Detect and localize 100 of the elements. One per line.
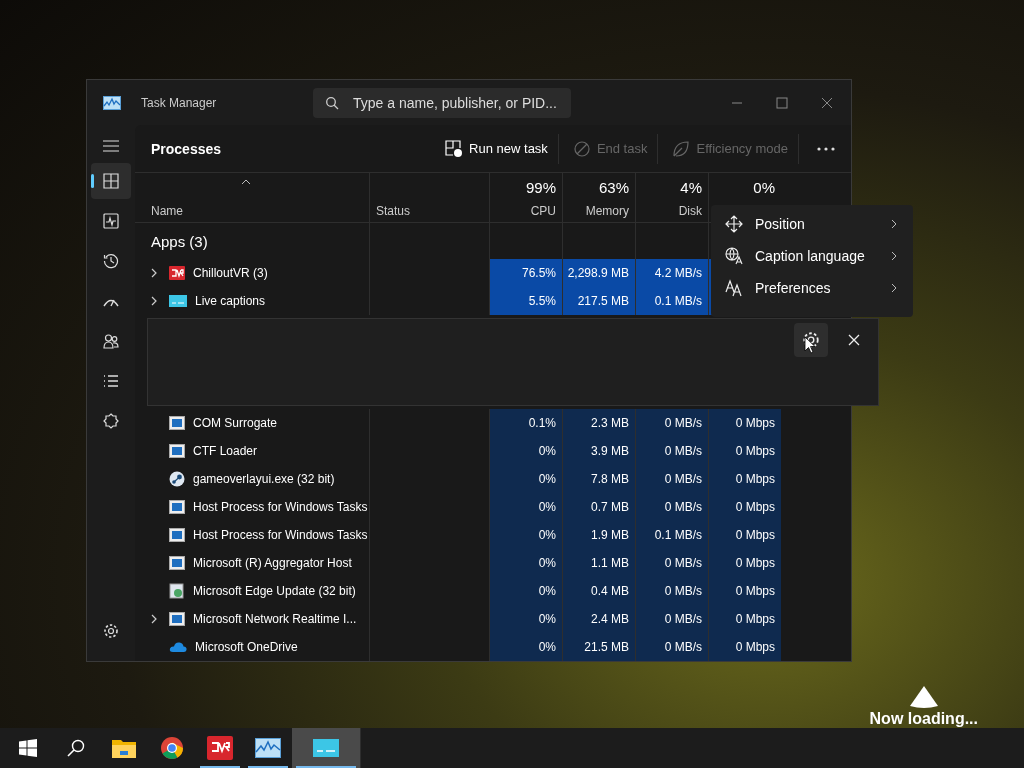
loading-text: Now loading... [869,710,978,728]
column-total: 63% [598,179,629,196]
update-icon [169,583,185,599]
window-icon [169,444,185,458]
table-cell: 1.1 MB [562,549,635,577]
run-button[interactable]: Run new task [435,133,559,164]
chart-icon [103,95,121,110]
table-cell: 0% [489,493,562,521]
column-total: 99% [525,179,556,196]
process-name: COM Surrogate [193,416,278,430]
table-cell: 0.1% [489,409,562,437]
captions-icon [169,295,187,307]
column-total: 0% [753,179,775,196]
process-name: gameoverlayui.exe (32 bit) [193,472,335,486]
chevron-right-icon [891,251,897,261]
search-field[interactable]: Type a name, publisher, or PID... [313,87,571,118]
process-name: Live captions [195,294,266,308]
table-cell: 0% [489,605,562,633]
window-icon [169,500,185,514]
table-cell: 0.1 MB/s [635,287,708,315]
font-size-icon [725,279,743,297]
column-header[interactable]: CPU [530,204,556,218]
new-task-icon [445,139,464,158]
expand-icon[interactable] [151,296,157,306]
table-cell: 0 Mbps [708,605,781,633]
process-name: Microsoft Network Realtime I... [193,612,357,626]
table-cell: 0% [489,549,562,577]
table-cell: 0 MB/s [635,605,708,633]
table-cell: 0 Mbps [708,549,781,577]
captions-icon[interactable] [292,728,361,768]
position-menu-item[interactable]: Position [711,208,913,240]
table-cell: 2.4 MB [562,605,635,633]
column-header[interactable]: Disk [678,204,702,218]
table-cell: 4.2 MB/s [635,259,708,287]
pulse-icon [103,213,119,229]
window-icon [169,612,185,626]
table-cell: 217.5 MB [562,287,635,315]
process-name: Microsoft OneDrive [195,640,298,654]
more-icon[interactable] [817,146,835,151]
table-cell: 0 MB/s [635,633,708,661]
loading-icon [907,686,940,708]
table-cell: 0 MB/s [635,437,708,465]
cloud-icon [169,641,187,653]
table-cell: 0% [489,465,562,493]
column-header[interactable]: Name [151,204,363,218]
table-cell: 0% [489,521,562,549]
table-cell: 0.4 MB [562,577,635,605]
process-name: ChilloutVR (3) [193,266,268,280]
move-icon [725,215,743,233]
mouse-pointer-icon [804,336,816,354]
table-cell: 5.5% [489,287,562,315]
table-cell: 76.5% [489,259,562,287]
window-icon [169,416,185,430]
steam-icon [169,471,185,487]
expand-icon[interactable] [151,268,157,278]
table-cell: 1.9 MB [562,521,635,549]
processes-tab[interactable] [91,163,131,199]
table-cell: 0.7 MB [562,493,635,521]
leaf-icon [672,139,691,158]
maximize-icon[interactable] [776,96,788,109]
search-icon [325,95,339,110]
preferences-menu-item[interactable]: Preferences [711,272,913,304]
table-cell: 0.1 MB/s [635,521,708,549]
language-menu-item[interactable]: Caption language [711,240,913,272]
globe-icon [725,247,743,265]
app-logo-icon [169,266,185,280]
table-cell: 0 MB/s [635,493,708,521]
page-title: Processes [151,140,222,157]
expand-icon[interactable] [151,614,157,624]
table-cell: 0 Mbps [708,465,781,493]
table-cell: 0 MB/s [635,549,708,577]
table-cell: 0 Mbps [708,633,781,661]
process-name: Microsoft Edge Update (32 bit) [193,584,356,598]
table-cell: 0% [489,437,562,465]
column-header[interactable]: Memory [585,204,629,218]
process-name: Microsoft (R) Aggregator Host [193,556,352,570]
table-cell: 0 MB/s [635,577,708,605]
list-icon [103,373,119,389]
users-icon [103,333,119,349]
table-cell: 0 Mbps [708,409,781,437]
window-icon [169,528,185,542]
chevron-right-icon [891,283,897,293]
process-name: Host Process for Windows Tasks [193,500,368,514]
table-cell: 0 MB/s [635,465,708,493]
column-header[interactable]: Status [376,204,483,218]
table-cell: 21.5 MB [562,633,635,661]
grid-icon [103,173,119,189]
history-icon [103,253,119,269]
table-cell: 0% [489,633,562,661]
table-cell: 0% [489,577,562,605]
table-cell: 2,298.9 MB [562,259,635,287]
window-icon [169,556,185,570]
table-cell: 0 Mbps [708,437,781,465]
table-cell: 3.9 MB [562,437,635,465]
table-cell: 7.8 MB [562,465,635,493]
process-name: CTF Loader [193,444,258,458]
settings-icon[interactable] [103,623,119,639]
menu-icon[interactable] [103,139,119,153]
table-cell: 0 Mbps [708,521,781,549]
table-cell: 0 MB/s [635,409,708,437]
